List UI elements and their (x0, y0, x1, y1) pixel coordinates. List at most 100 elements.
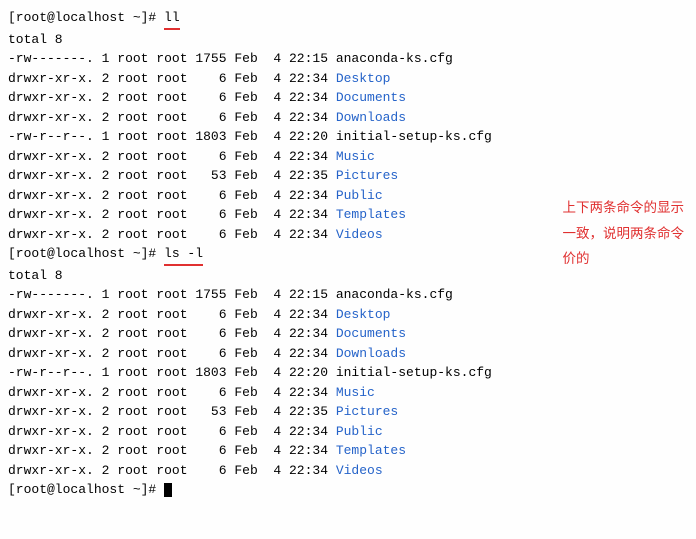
file-listing-2: -rw-------. 1 root root 1755 Feb 4 22:15… (8, 285, 688, 480)
file-name: Desktop (336, 71, 391, 86)
file-time: 22:15 (289, 287, 328, 302)
file-owner: root (117, 346, 148, 361)
file-day: 4 (266, 287, 282, 302)
file-name: Templates (336, 443, 406, 458)
shell-prompt: [root@localhost ~]# (8, 10, 164, 25)
file-day: 4 (266, 404, 282, 419)
file-group: root (156, 90, 187, 105)
file-name: Videos (336, 463, 383, 478)
file-month: Feb (234, 346, 257, 361)
file-time: 22:34 (289, 188, 328, 203)
file-group: root (156, 346, 187, 361)
file-name: initial-setup-ks.cfg (336, 365, 492, 380)
file-links: 2 (102, 168, 110, 183)
prompt-line-1: [root@localhost ~]# ll (8, 8, 688, 30)
file-name: anaconda-ks.cfg (336, 287, 453, 302)
file-month: Feb (234, 326, 257, 341)
file-month: Feb (234, 149, 257, 164)
annotation-line: 价的 (563, 246, 685, 272)
file-row: drwxr-xr-x. 2 root root 6 Feb 4 22:34 Pu… (8, 422, 688, 442)
file-group: root (156, 51, 187, 66)
file-perm: drwxr-xr-x. (8, 385, 94, 400)
file-size: 6 (195, 149, 226, 164)
file-links: 2 (102, 326, 110, 341)
file-name: Desktop (336, 307, 391, 322)
command-ls-l: ls -l (164, 244, 203, 266)
file-month: Feb (234, 463, 257, 478)
prompt-line-3[interactable]: [root@localhost ~]# (8, 480, 688, 500)
file-size: 6 (195, 326, 226, 341)
file-name: Music (336, 385, 375, 400)
file-month: Feb (234, 71, 257, 86)
file-size: 6 (195, 90, 226, 105)
file-name: Documents (336, 326, 406, 341)
file-owner: root (117, 227, 148, 242)
file-links: 2 (102, 463, 110, 478)
file-links: 2 (102, 404, 110, 419)
file-row: drwxr-xr-x. 2 root root 53 Feb 4 22:35 P… (8, 166, 688, 186)
file-perm: drwxr-xr-x. (8, 443, 94, 458)
file-owner: root (117, 463, 148, 478)
annotation-line: 上下两条命令的显示 (563, 195, 685, 221)
file-time: 22:34 (289, 326, 328, 341)
file-time: 22:34 (289, 424, 328, 439)
file-day: 4 (266, 90, 282, 105)
file-day: 4 (266, 307, 282, 322)
file-links: 2 (102, 149, 110, 164)
file-perm: drwxr-xr-x. (8, 149, 94, 164)
file-links: 2 (102, 90, 110, 105)
file-group: root (156, 424, 187, 439)
file-day: 4 (266, 424, 282, 439)
file-month: Feb (234, 129, 257, 144)
file-owner: root (117, 443, 148, 458)
file-month: Feb (234, 385, 257, 400)
file-links: 2 (102, 424, 110, 439)
file-time: 22:34 (289, 385, 328, 400)
file-group: root (156, 207, 187, 222)
file-month: Feb (234, 168, 257, 183)
file-perm: drwxr-xr-x. (8, 326, 94, 341)
command-ll: ll (164, 8, 180, 30)
file-links: 2 (102, 71, 110, 86)
file-time: 22:34 (289, 207, 328, 222)
file-row: -rw-r--r--. 1 root root 1803 Feb 4 22:20… (8, 127, 688, 147)
file-links: 2 (102, 188, 110, 203)
file-owner: root (117, 168, 148, 183)
file-month: Feb (234, 424, 257, 439)
file-group: root (156, 149, 187, 164)
file-day: 4 (266, 463, 282, 478)
file-month: Feb (234, 51, 257, 66)
file-time: 22:34 (289, 149, 328, 164)
shell-prompt: [root@localhost ~]# (8, 246, 164, 261)
file-perm: drwxr-xr-x. (8, 346, 94, 361)
file-row: -rw-r--r--. 1 root root 1803 Feb 4 22:20… (8, 363, 688, 383)
file-time: 22:34 (289, 463, 328, 478)
file-name: anaconda-ks.cfg (336, 51, 453, 66)
file-name: Videos (336, 227, 383, 242)
file-time: 22:35 (289, 404, 328, 419)
file-links: 2 (102, 207, 110, 222)
file-owner: root (117, 188, 148, 203)
annotation-text: 上下两条命令的显示 一致，说明两条命令 价的 (563, 195, 685, 272)
file-month: Feb (234, 365, 257, 380)
file-time: 22:34 (289, 307, 328, 322)
file-day: 4 (266, 149, 282, 164)
file-row: drwxr-xr-x. 2 root root 6 Feb 4 22:34 Vi… (8, 461, 688, 481)
file-owner: root (117, 365, 148, 380)
file-month: Feb (234, 110, 257, 125)
file-name: Templates (336, 207, 406, 222)
file-links: 1 (102, 365, 110, 380)
file-month: Feb (234, 227, 257, 242)
file-name: Public (336, 424, 383, 439)
file-perm: drwxr-xr-x. (8, 110, 94, 125)
total-line-1: total 8 (8, 30, 688, 50)
file-size: 6 (195, 424, 226, 439)
file-group: root (156, 385, 187, 400)
cursor-icon (164, 483, 172, 497)
file-time: 22:34 (289, 110, 328, 125)
file-perm: -rw-------. (8, 287, 94, 302)
file-size: 6 (195, 227, 226, 242)
file-name: Pictures (336, 168, 398, 183)
file-perm: drwxr-xr-x. (8, 207, 94, 222)
file-month: Feb (234, 188, 257, 203)
